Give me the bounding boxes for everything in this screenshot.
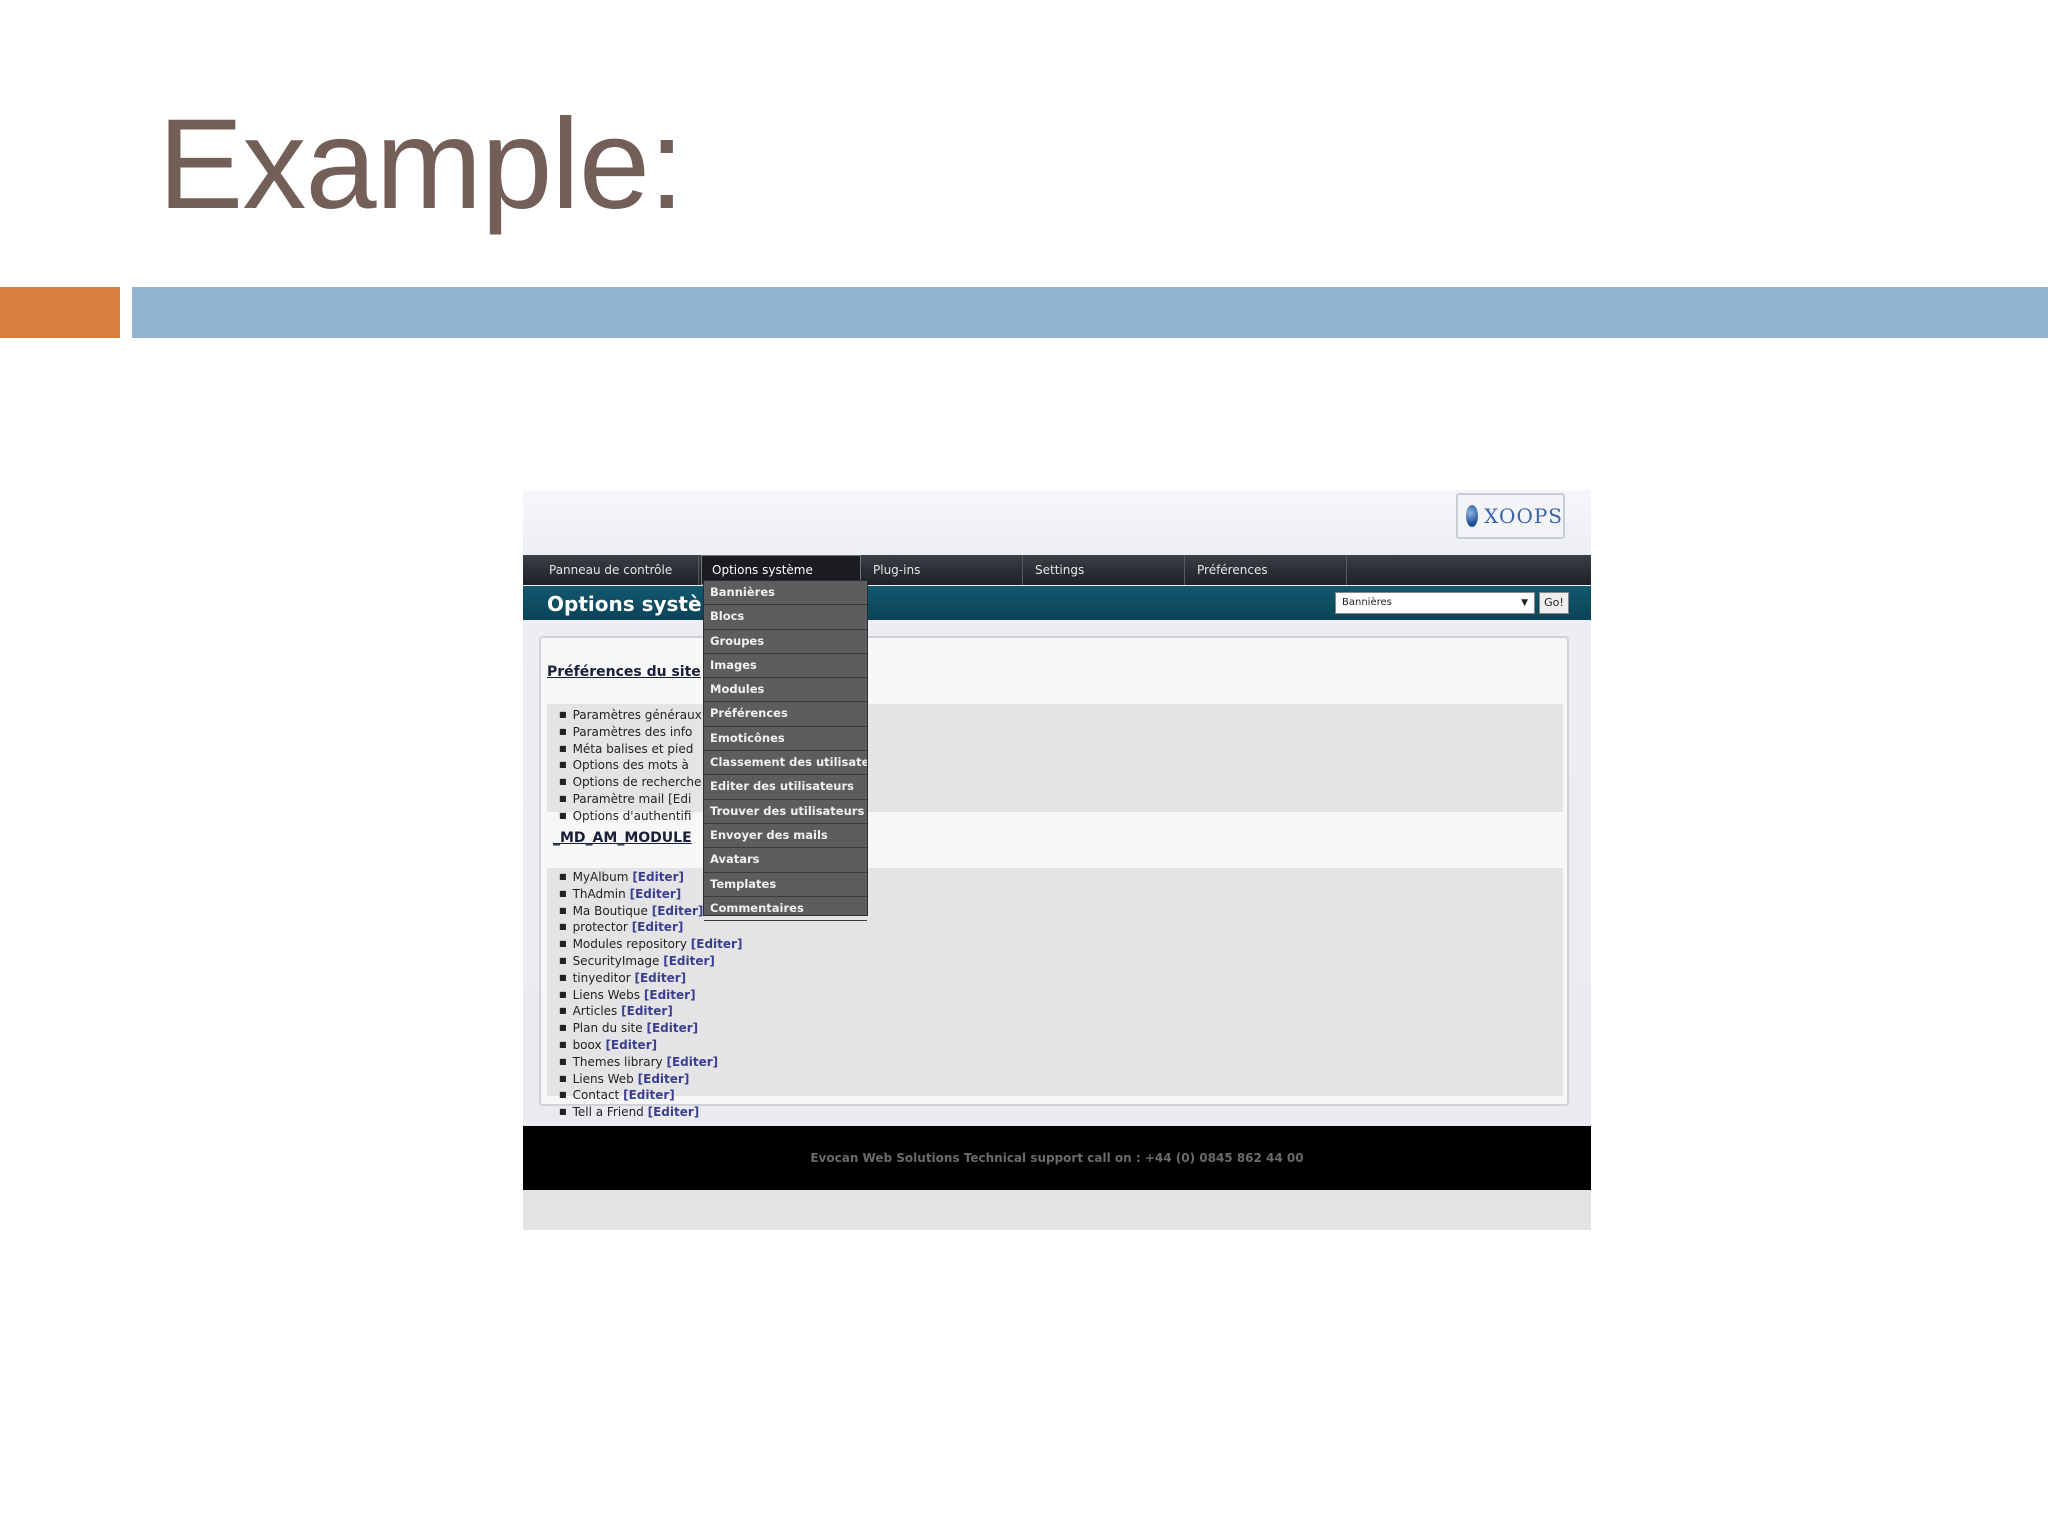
module-name: Tell a Friend xyxy=(572,1105,644,1120)
module-name: Contact xyxy=(572,1088,620,1103)
module-name: tinyeditor xyxy=(572,970,631,985)
edit-link[interactable]: [Editer] xyxy=(652,904,704,918)
dropdown-item-emoticons[interactable]: Emoticônes xyxy=(704,727,867,752)
dropdown-item-find-users[interactable]: Trouver des utilisateurs xyxy=(704,800,867,824)
module-name: protector xyxy=(572,920,628,935)
menu-item-preferences[interactable]: Préférences xyxy=(1187,555,1347,585)
edit-link[interactable]: [Editer] xyxy=(638,1072,690,1086)
edit-link[interactable]: [Editer] xyxy=(634,971,686,985)
logo-text: XOOPS xyxy=(1484,504,1563,528)
edit-link[interactable]: [Editer] xyxy=(621,1004,673,1018)
list-item: Modules repository [Editer] xyxy=(559,937,743,954)
module-name: Plan du site xyxy=(572,1021,643,1036)
dropdown-item-images[interactable]: Images xyxy=(704,654,867,679)
module-name: Ma Boutique xyxy=(572,903,648,918)
site-preferences-list: Paramètres généraux Paramètres des info … xyxy=(559,708,702,826)
module-name: Themes library xyxy=(572,1054,663,1069)
edit-link[interactable]: [Editer] xyxy=(623,1088,675,1102)
module-name: Modules repository xyxy=(572,937,687,952)
list-item[interactable]: Paramètres généraux xyxy=(559,708,702,725)
edit-link[interactable]: [Editer] xyxy=(632,870,684,884)
dropdown-item-preferences[interactable]: Préférences xyxy=(704,702,867,727)
edit-link[interactable]: [Editer] xyxy=(691,937,743,951)
footer-strip xyxy=(523,1190,1591,1230)
list-item: tinyeditor [Editer] xyxy=(559,971,742,988)
module-select-value: Bannières xyxy=(1342,597,1392,608)
list-item: Tell a Friend [Editer] xyxy=(559,1105,742,1122)
dropdown-item-avatars[interactable]: Avatars xyxy=(704,848,867,873)
list-item: Liens Web [Editer] xyxy=(559,1072,742,1089)
list-item: Contact [Editer] xyxy=(559,1088,742,1105)
edit-link[interactable]: [Editer] xyxy=(648,1105,700,1119)
main-menubar: Panneau de contrôle Options système Plug… xyxy=(523,555,1591,585)
chevron-down-icon: ▼ xyxy=(1521,598,1528,608)
list-item[interactable]: Options d'authentifi xyxy=(559,809,702,826)
edit-link[interactable]: [Editer] xyxy=(666,1055,718,1069)
module-name: Articles xyxy=(572,1004,618,1019)
menu-item-plugins[interactable]: Plug-ins xyxy=(863,555,1023,585)
dropdown-item-banners[interactable]: Bannières xyxy=(704,581,867,606)
dropdown-item-blocks[interactable]: Blocs xyxy=(704,605,867,630)
module-name: ThAdmin xyxy=(572,886,626,901)
module-name: Liens Webs xyxy=(572,987,641,1002)
menu-item-settings[interactable]: Settings xyxy=(1025,555,1185,585)
list-item: Plan du site [Editer] xyxy=(559,1021,742,1038)
module-select[interactable]: Bannières ▼ xyxy=(1335,592,1535,614)
dropdown-item-groups[interactable]: Groupes xyxy=(704,630,867,654)
edit-link[interactable]: [Editer] xyxy=(663,954,715,968)
list-item: Liens Webs [Editer] xyxy=(559,988,742,1005)
dropdown-item-modules[interactable]: Modules xyxy=(704,678,867,703)
list-item: protector [Editer] xyxy=(559,920,742,937)
list-item: Articles [Editer] xyxy=(559,1004,742,1021)
list-item[interactable]: Paramètre mail [Edi xyxy=(559,792,702,809)
site-preferences-panel: Paramètres généraux Paramètres des info … xyxy=(547,704,1563,823)
list-item: boox [Editer] xyxy=(559,1038,742,1055)
header-bar xyxy=(132,287,2048,338)
modules-title: _MD_AM_MODULE xyxy=(553,830,692,846)
edit-link[interactable]: [Editer] xyxy=(632,920,684,934)
edit-link[interactable]: [Editer] xyxy=(644,988,696,1002)
list-item[interactable]: Paramètres des info xyxy=(559,725,702,742)
list-item[interactable]: Méta balises et pied xyxy=(559,742,702,759)
xoops-logo[interactable]: XOOPS xyxy=(1456,493,1565,539)
dropdown-item-send-mails[interactable]: Envoyer des mails xyxy=(704,824,867,849)
embedded-screenshot: XOOPS Panneau de contrôle Options systèm… xyxy=(523,490,1591,1230)
accent-bar xyxy=(0,287,120,338)
module-name: SecurityImage xyxy=(572,953,660,968)
dropdown-item-comments[interactable]: Commentaires xyxy=(704,897,867,922)
edit-link[interactable]: [Editer] xyxy=(605,1038,657,1052)
menu-item-control-panel[interactable]: Panneau de contrôle xyxy=(539,555,699,585)
content-panel: Préférences du site Paramètres généraux … xyxy=(539,636,1569,1119)
list-item[interactable]: Options des mots à xyxy=(559,758,702,775)
page-subheader: Options systèm Bannières ▼ Go! xyxy=(523,586,1591,620)
modules-panel: MyAlbum [Editer] ThAdmin [Editer] Ma Bou… xyxy=(547,868,1563,1119)
slide-title: Example: xyxy=(158,93,685,236)
globe-icon xyxy=(1466,505,1479,527)
module-name: MyAlbum xyxy=(572,870,629,884)
list-item: Themes library [Editer] xyxy=(559,1055,742,1072)
module-name: boox xyxy=(572,1037,602,1052)
list-item[interactable]: Options de recherche xyxy=(559,775,702,792)
page-title: Options systèm xyxy=(547,592,723,616)
list-item: SecurityImage [Editer] xyxy=(559,954,742,971)
footer-text: Evocan Web Solutions Technical support c… xyxy=(810,1151,1304,1165)
edit-link[interactable]: [Editer] xyxy=(646,1021,698,1035)
dropdown-item-user-ranks[interactable]: Classement des utilisateurs xyxy=(704,751,867,776)
module-name: Liens Web xyxy=(572,1071,634,1086)
edit-link[interactable]: [Editer] xyxy=(630,887,682,901)
go-button[interactable]: Go! xyxy=(1539,592,1569,614)
dropdown-item-edit-users[interactable]: Editer des utilisateurs xyxy=(704,775,867,800)
page-footer: Evocan Web Solutions Technical support c… xyxy=(523,1126,1591,1190)
dropdown-item-templates[interactable]: Templates xyxy=(704,873,867,897)
site-preferences-title: Préférences du site xyxy=(547,664,701,680)
system-options-dropdown: Bannières Blocs Groupes Images Modules P… xyxy=(703,580,868,922)
